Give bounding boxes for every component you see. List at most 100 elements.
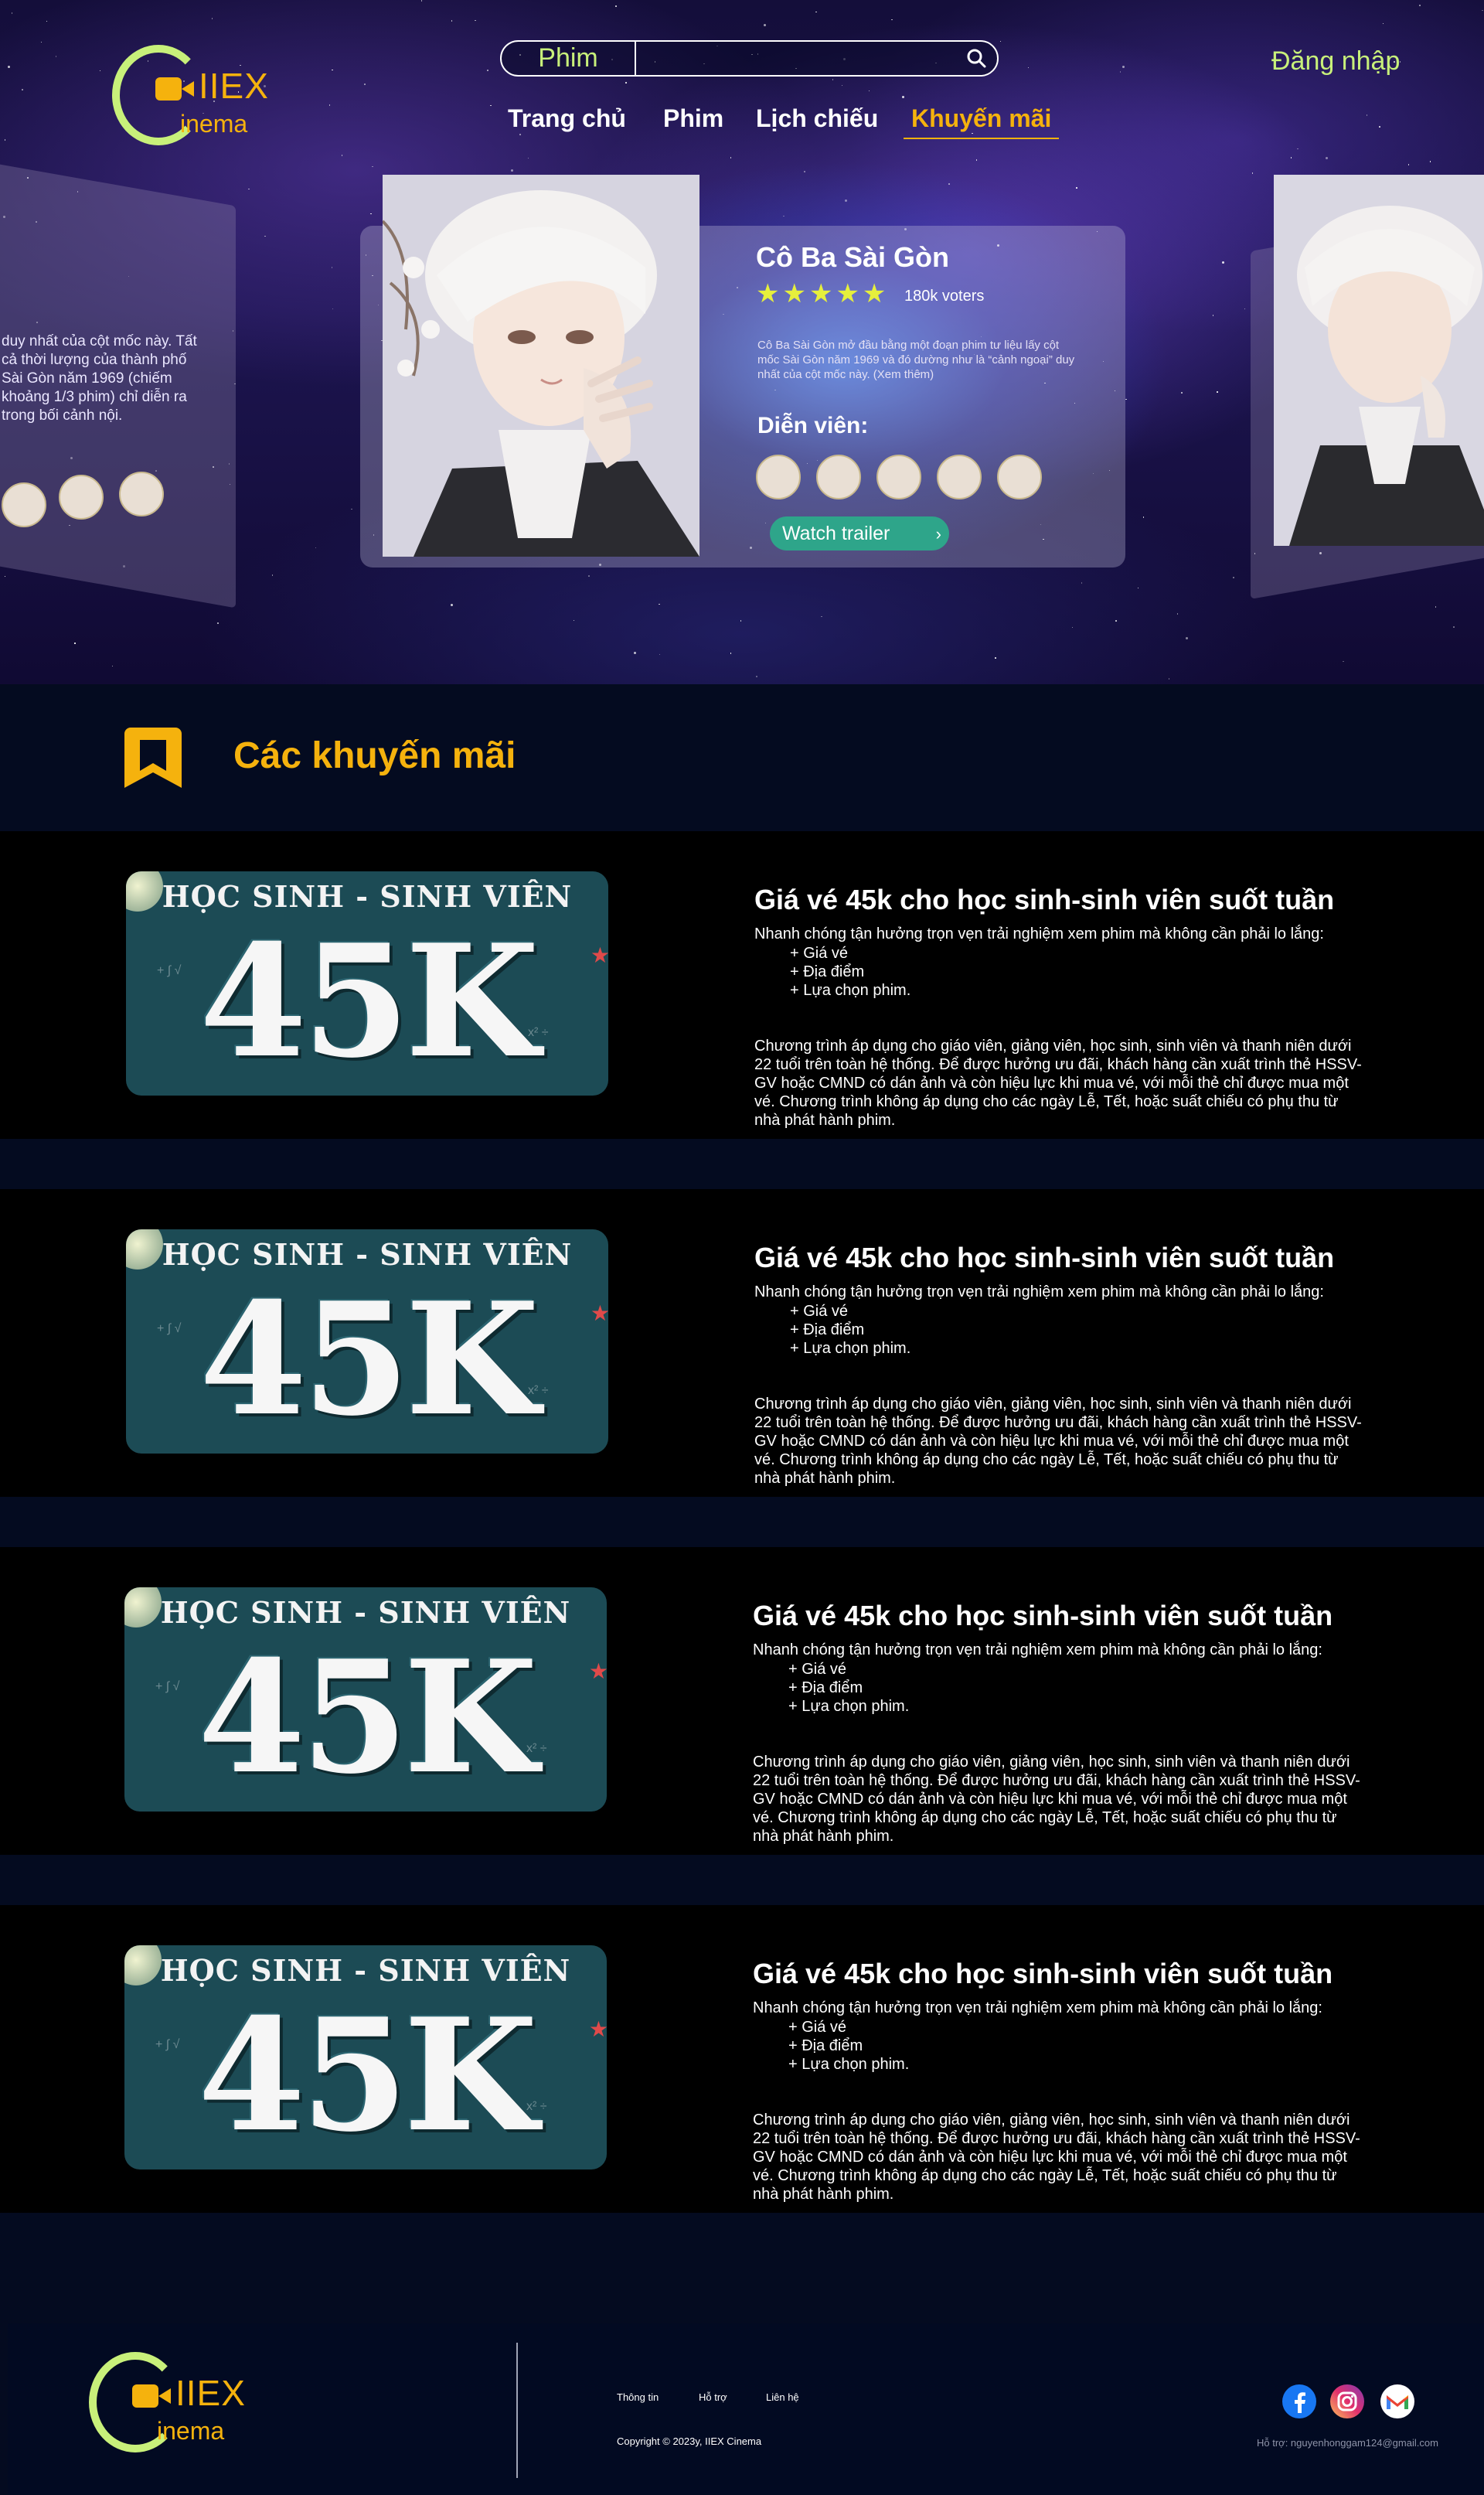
promotion-card[interactable]: + ∫ √ x² ÷ HỌC SINH - SINH VIÊN 45K ★ Gi…	[0, 1189, 1484, 1497]
promotion-image-price: 45K	[199, 1269, 539, 1450]
star-particle	[815, 11, 817, 13]
voters-count: 180k voters	[904, 288, 985, 305]
star-particle	[1251, 172, 1254, 174]
promotion-title[interactable]: Giá vé 45k cho học sinh-sinh viên suốt t…	[754, 884, 1334, 916]
cast-avatar[interactable]	[816, 455, 861, 499]
list-item: + Địa điểm	[788, 2037, 863, 2054]
promotion-image-caption: HỌC SINH - SINH VIÊN	[162, 1237, 573, 1272]
star-particle	[332, 308, 334, 310]
star-particle	[40, 41, 43, 43]
cast-avatar[interactable]	[876, 455, 921, 499]
promotion-intro: Nhanh chóng tận hưởng trọn vẹn trải nghi…	[754, 925, 1324, 942]
search-bar[interactable]: Phim	[500, 40, 999, 77]
star-particle	[22, 89, 23, 90]
promotion-intro: Nhanh chóng tận hưởng trọn vẹn trải nghi…	[753, 1641, 1322, 1658]
logo-text: IIEX	[175, 2373, 246, 2413]
cast-avatar[interactable]	[756, 455, 801, 499]
promotion-title[interactable]: Giá vé 45k cho học sinh-sinh viên suốt t…	[753, 1958, 1333, 1990]
promotion-image[interactable]: + ∫ √ x² ÷ HỌC SINH - SINH VIÊN 45K ★	[124, 1945, 607, 2169]
watch-trailer-button[interactable]: Watch trailer ›	[770, 516, 949, 550]
login-link[interactable]: Đăng nhập	[1271, 46, 1400, 77]
footer-link-contact[interactable]: Liên hệ	[766, 2391, 799, 2403]
star-particle	[841, 84, 843, 87]
star-particle	[1176, 613, 1179, 615]
nav-promotions[interactable]: Khuyến mãi	[904, 104, 1060, 139]
cast-avatar[interactable]	[997, 455, 1042, 499]
star-particle	[450, 604, 453, 607]
star-particle	[1233, 577, 1234, 578]
cast-avatar[interactable]	[937, 455, 982, 499]
cast-label: Diễn viên:	[757, 413, 869, 438]
star-particle	[332, 69, 333, 71]
promotion-terms: Chương trình áp dụng cho giáo viên, giản…	[753, 1754, 1360, 1845]
nav-home[interactable]: Trang chủ	[508, 104, 626, 133]
promotion-card[interactable]: + ∫ √ x² ÷ HỌC SINH - SINH VIÊN 45K ★ Gi…	[0, 1547, 1484, 1855]
promotion-card[interactable]: + ∫ √ x² ÷ HỌC SINH - SINH VIÊN 45K ★ Gi…	[0, 831, 1484, 1139]
star-particle	[351, 508, 352, 510]
star-particle	[1482, 9, 1483, 12]
star-decoration: ★	[588, 1659, 607, 1683]
list-item: + Địa điểm	[788, 1679, 863, 1696]
logo-subtext: inema	[180, 110, 248, 138]
list-item: + Lựa chọn phim.	[790, 982, 911, 999]
star-particle	[999, 40, 1002, 43]
promotion-title[interactable]: Giá vé 45k cho học sinh-sinh viên suốt t…	[754, 1242, 1334, 1274]
list-item: + Giá vé	[790, 1303, 849, 1320]
promotion-image[interactable]: + ∫ √ x² ÷ HỌC SINH - SINH VIÊN 45K ★	[126, 1229, 608, 1454]
star-particle	[1343, 660, 1344, 663]
rating-stars: ★★★★★	[756, 279, 890, 308]
star-particle	[1366, 114, 1368, 116]
star-particle	[475, 19, 476, 22]
list-item: + Giá vé	[788, 1661, 847, 1678]
star-particle	[1181, 392, 1183, 394]
promotion-image[interactable]: + ∫ √ x² ÷ HỌC SINH - SINH VIÊN 45K ★	[126, 871, 608, 1096]
footer-link-info[interactable]: Thông tin	[617, 2391, 659, 2403]
movie-poster[interactable]	[383, 175, 699, 557]
search-category-select[interactable]: Phim	[502, 42, 636, 75]
star-particle	[217, 622, 219, 624]
star-particle	[55, 56, 57, 57]
logo[interactable]: IIEX inema	[112, 45, 298, 149]
star-particle	[1212, 315, 1213, 316]
star-particle	[1185, 636, 1188, 639]
footer: IIEX inema Thông tin Hỗ trợ Liên hệ Copy…	[8, 2323, 1484, 2495]
promotion-image[interactable]: + ∫ √ x² ÷ HỌC SINH - SINH VIÊN 45K ★	[124, 1587, 607, 1812]
promotion-card[interactable]: + ∫ √ x² ÷ HỌC SINH - SINH VIÊN 45K ★ Gi…	[0, 1905, 1484, 2213]
list-item: + Lựa chọn phim.	[790, 1340, 911, 1357]
star-particle	[1122, 65, 1125, 68]
star-decoration: ★	[590, 943, 608, 967]
star-particle	[511, 169, 514, 172]
gmail-icon[interactable]	[1380, 2384, 1415, 2419]
star-particle	[588, 575, 590, 577]
star-particle	[1027, 66, 1030, 69]
star-particle	[487, 70, 488, 71]
star-particle	[315, 547, 317, 549]
star-particle	[730, 653, 732, 654]
star-particle	[1168, 678, 1170, 680]
star-particle	[975, 159, 978, 161]
promotion-title[interactable]: Giá vé 45k cho học sinh-sinh viên suốt t…	[753, 1600, 1333, 1632]
next-card-poster[interactable]	[1274, 175, 1484, 546]
search-icon[interactable]	[966, 48, 986, 68]
star-particle	[634, 651, 637, 654]
promotions-header: Các khuyến mãi	[0, 684, 1484, 831]
star-decoration: ★	[590, 1301, 608, 1325]
star-particle	[804, 171, 805, 172]
star-particle	[763, 24, 766, 27]
promotion-image-caption: HỌC SINH - SINH VIÊN	[160, 1595, 571, 1630]
facebook-icon[interactable]	[1281, 2384, 1317, 2419]
star-particle	[901, 95, 904, 98]
hero-banner: IIEX inema Phim Trang chủ Phim Lịch chiế…	[0, 0, 1484, 684]
star-particle	[1125, 398, 1127, 400]
nav-schedule[interactable]: Lịch chiếu	[756, 104, 878, 133]
list-item: + Giá vé	[788, 2019, 847, 2036]
star-particle	[756, 676, 757, 677]
nav-movies[interactable]: Phim	[663, 104, 723, 133]
star-particle	[1379, 126, 1380, 128]
footer-link-support[interactable]: Hỗ trợ	[699, 2391, 727, 2403]
promotion-benefits: + Giá vé + Địa điểm + Lựa chọn phim.	[790, 1302, 910, 1358]
star-particle	[264, 235, 266, 237]
instagram-icon[interactable]	[1329, 2384, 1365, 2419]
star-particle	[573, 619, 575, 622]
footer-logo[interactable]: IIEX inema	[89, 2352, 274, 2456]
